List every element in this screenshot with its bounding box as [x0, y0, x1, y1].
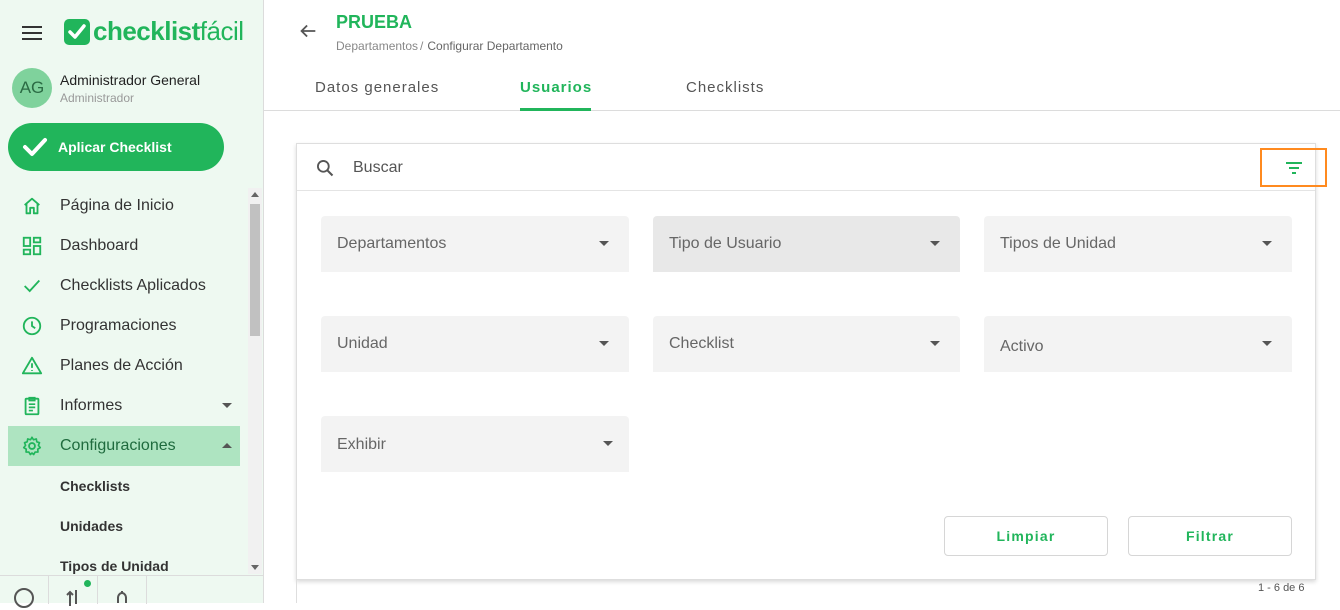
- pagination-info: 1 - 6 de 6: [1258, 582, 1305, 594]
- dashboard-icon: [20, 234, 44, 258]
- sync-icon: [66, 590, 77, 606]
- select-label: Exhibir: [337, 436, 386, 453]
- sidebar-item-label: Programaciones: [60, 317, 177, 334]
- departments-select[interactable]: Departamentos: [321, 216, 629, 272]
- report-icon: [20, 394, 44, 418]
- filter-icon: [1285, 161, 1302, 174]
- sidebar-item-label: Dashboard: [60, 237, 139, 254]
- unit-types-select[interactable]: Tipos de Unidad: [984, 216, 1292, 272]
- sidebar-item-home[interactable]: Página de Inicio: [8, 186, 240, 226]
- sidebar-item-dashboard[interactable]: Dashboard: [8, 226, 240, 266]
- search-input[interactable]: [353, 156, 1233, 180]
- notifications-button[interactable]: [98, 576, 147, 604]
- notification-dot: [84, 580, 91, 587]
- home-icon: [20, 194, 44, 218]
- breadcrumb-separator: /: [420, 39, 424, 53]
- select-label: Checklist: [669, 335, 734, 352]
- filter-panel: Departamentos Tipo de Usuario Tipos de U…: [296, 143, 1327, 580]
- breadcrumb: Departamentos / Configurar Departamento: [336, 39, 563, 53]
- scroll-up-icon[interactable]: [251, 192, 259, 197]
- user-type-select[interactable]: Tipo de Usuario: [653, 216, 960, 272]
- dropdown-arrow-icon: [930, 341, 940, 346]
- user-role: Administrador: [60, 90, 135, 105]
- table-border: [296, 580, 297, 603]
- sync-button[interactable]: [49, 576, 98, 606]
- sidebar-item-settings[interactable]: Configuraciones: [8, 426, 240, 466]
- sidebar-item-schedules[interactable]: Programaciones: [8, 306, 240, 346]
- avatar: AG: [12, 68, 52, 108]
- dropdown-arrow-icon: [930, 241, 940, 246]
- user-profile[interactable]: AG Administrador General Administrador: [12, 68, 200, 108]
- check-icon: [23, 138, 47, 156]
- check-icon: [20, 274, 44, 298]
- help-button[interactable]: [0, 576, 49, 608]
- select-label: Tipo de Usuario: [669, 235, 782, 252]
- logo[interactable]: checklistfácil: [64, 16, 244, 47]
- active-select[interactable]: Activo: [984, 316, 1292, 372]
- logo-text: checklistfácil: [93, 16, 244, 47]
- sidebar: checklistfácil AG Administrador General …: [0, 0, 264, 608]
- back-button[interactable]: [297, 20, 319, 47]
- scrollbar-thumb[interactable]: [250, 204, 260, 336]
- checklist-select[interactable]: Checklist: [653, 316, 960, 372]
- warning-icon: [20, 354, 44, 378]
- breadcrumb-current: Configurar Departamento: [427, 39, 563, 53]
- arrow-left-icon: [300, 24, 316, 38]
- gear-icon: [20, 434, 44, 458]
- sidebar-subitem-units[interactable]: Unidades: [8, 506, 240, 546]
- apply-checklist-button[interactable]: Aplicar Checklist: [8, 123, 224, 171]
- tab-checklists[interactable]: Checklists: [686, 79, 764, 96]
- sidebar-nav: Página de Inicio Dashboard Checklists Ap…: [8, 186, 240, 586]
- clock-icon: [20, 314, 44, 338]
- search-bar: [297, 144, 1327, 191]
- sidebar-item-label: Checklists Aplicados: [60, 277, 206, 294]
- search-icon: [315, 158, 335, 183]
- help-icon: [14, 588, 34, 608]
- apply-checklist-label: Aplicar Checklist: [58, 139, 172, 155]
- logo-text-light: fácil: [199, 16, 244, 46]
- sidebar-scrollbar[interactable]: [248, 188, 262, 574]
- dropdown-arrow-icon: [603, 441, 613, 446]
- sidebar-item-applied-checklists[interactable]: Checklists Aplicados: [8, 266, 240, 306]
- select-label: Activo: [1000, 338, 1044, 355]
- page-title: PRUEBA: [336, 12, 413, 32]
- scroll-down-icon[interactable]: [251, 565, 259, 570]
- clear-button[interactable]: Limpiar: [944, 516, 1108, 556]
- tab-users[interactable]: Usuarios: [520, 79, 592, 96]
- show-select[interactable]: Exhibir: [321, 416, 629, 472]
- tab-general-data[interactable]: Datos generales: [315, 79, 439, 96]
- sidebar-item-label: Informes: [60, 397, 123, 414]
- unit-select[interactable]: Unidad: [321, 316, 629, 372]
- dropdown-arrow-icon: [1262, 241, 1272, 246]
- sidebar-item-action-plans[interactable]: Planes de Acción: [8, 346, 240, 386]
- chevron-down-icon: [222, 403, 232, 408]
- sidebar-item-label: Planes de Acción: [60, 357, 183, 374]
- menu-icon[interactable]: [22, 26, 42, 42]
- dropdown-arrow-icon: [599, 341, 609, 346]
- sidebar-item-label: Configuraciones: [60, 437, 176, 454]
- user-name: Administrador General: [60, 71, 201, 88]
- dropdown-arrow-icon: [599, 241, 609, 246]
- dropdown-arrow-icon: [1262, 341, 1272, 346]
- tab-active-indicator: [520, 108, 591, 111]
- breadcrumb-parent[interactable]: Departamentos: [336, 39, 418, 53]
- filter-toggle-button[interactable]: [1260, 148, 1327, 187]
- sidebar-footer: [0, 575, 263, 608]
- select-label: Departamentos: [337, 235, 447, 252]
- sidebar-subitem-checklists[interactable]: Checklists: [8, 466, 240, 506]
- chevron-up-icon: [222, 443, 232, 448]
- logo-check-icon: [64, 18, 90, 45]
- logo-text-bold: checklist: [93, 16, 200, 46]
- select-label: Tipos de Unidad: [1000, 235, 1116, 252]
- sidebar-item-reports[interactable]: Informes: [8, 386, 240, 426]
- select-label: Unidad: [337, 335, 388, 352]
- sidebar-item-label: Página de Inicio: [60, 197, 174, 214]
- tabs: Datos generales Usuarios Checklists: [264, 66, 1340, 111]
- filter-button[interactable]: Filtrar: [1128, 516, 1292, 556]
